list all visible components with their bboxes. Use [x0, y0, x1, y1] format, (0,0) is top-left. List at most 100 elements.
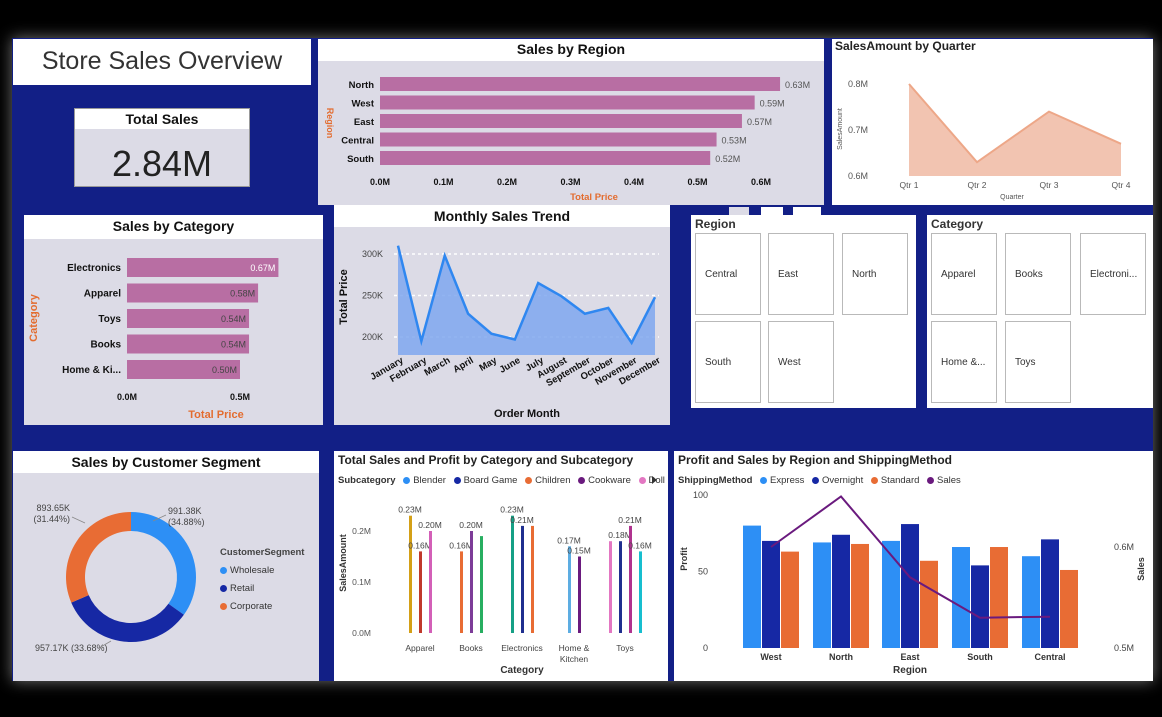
x-tick-label: Qtr 1: [900, 180, 919, 190]
category-label: South: [347, 154, 374, 165]
slicer-item-toys[interactable]: Toys: [1005, 321, 1071, 403]
category-label: Central: [341, 136, 374, 147]
data-label: 0.16M: [628, 540, 652, 550]
segment-legend-title: CustomerSegment: [220, 547, 305, 558]
more-options-icon[interactable]: [793, 207, 821, 215]
category-label: East: [354, 117, 375, 128]
data-label: 991.38K: [168, 506, 202, 516]
x-tick-label: Kitchen: [560, 654, 589, 664]
x-tick-label: 0.4M: [624, 177, 644, 187]
category-label: Books: [90, 340, 121, 351]
filter-icon[interactable]: [729, 207, 749, 215]
visual-header-icons[interactable]: [727, 207, 823, 215]
y-axis-title: Region: [325, 108, 335, 139]
slicer-item-central[interactable]: Central: [695, 233, 761, 315]
data-label: 0.18M: [608, 530, 632, 540]
y2-axis-title: Sales: [1136, 557, 1146, 581]
bar-home-kitchen: [568, 546, 571, 633]
bar-toys: [619, 541, 622, 633]
bar-electronics: [521, 525, 524, 633]
x-tick-label: Qtr 4: [1112, 180, 1131, 190]
bar-standard-west: [781, 551, 799, 648]
data-label: 0.21M: [510, 515, 534, 525]
slicer-item-home-kitchen[interactable]: Home &...: [931, 321, 997, 403]
bar-toys: [639, 551, 642, 633]
bar-overnight-south: [971, 565, 989, 648]
bar-express-east: [882, 540, 900, 648]
x-tick-label: West: [760, 652, 781, 662]
region-bar-chart[interactable]: Sales by Region 0.0M 0.1M 0.2M 0.3M 0.4M 0.5M…: [318, 39, 824, 205]
y-axis-title: SalesAmount: [837, 108, 844, 150]
bar-express-central: [1022, 556, 1040, 648]
data-label: 0.54M: [221, 314, 246, 324]
legend-item-wholesale[interactable]: Wholesale: [220, 562, 304, 580]
segment-donut-chart[interactable]: Sales by Customer Segment 991.38K (34.88%…: [13, 451, 319, 681]
bar-express-south: [952, 547, 970, 648]
monthly-area-chart[interactable]: Monthly Sales Trend 300K 250K 200K January F…: [334, 205, 670, 425]
quarter-area-chart[interactable]: SalesAmount by Quarter 0.8M 0.7M 0.6M Qtr 1…: [832, 39, 1153, 205]
slicer-item-books[interactable]: Books: [1005, 233, 1071, 315]
slicer-item-apparel[interactable]: Apparel: [931, 233, 997, 315]
x-tick-label: 0.1M: [433, 177, 453, 187]
dashboard-title-panel: Store Sales Overview: [13, 39, 311, 85]
data-label: 0.16M: [408, 540, 432, 550]
data-label: 0.23M: [500, 505, 524, 515]
x-tick-label: May: [477, 355, 499, 374]
x-axis-title: Total Price: [570, 192, 618, 203]
x-tick-label: 0.5M: [687, 177, 707, 187]
bar-overnight-central: [1041, 539, 1059, 648]
leader-line: [71, 516, 86, 524]
bar-books: [470, 531, 473, 633]
profit-combo-chart[interactable]: Profit and Sales by Region and ShippingM…: [674, 451, 1153, 681]
slicer-item-north[interactable]: North: [842, 233, 908, 315]
subcategory-bar-chart[interactable]: Total Sales and Profit by Category and S…: [334, 451, 668, 681]
x-axis-title: Region: [893, 665, 927, 676]
bar-apparel: [429, 531, 432, 633]
y-axis-title: SalesAmount: [338, 534, 348, 592]
focus-icon[interactable]: [761, 207, 783, 215]
data-label: 0.54M: [221, 340, 246, 350]
bar-apparel: [409, 515, 412, 633]
y-tick-label: 0.8M: [848, 79, 868, 89]
data-label: 957.17K (33.68%): [35, 643, 108, 653]
data-label: 0.50M: [212, 365, 237, 375]
category-label: West: [351, 99, 374, 110]
donut-slice-retail: [71, 595, 184, 642]
y2-tick-label: 0.6M: [1114, 542, 1134, 552]
category-bar-chart[interactable]: Sales by Category Electronics 0.67M Appare…: [24, 215, 323, 425]
category-label: Apparel: [84, 289, 121, 300]
data-label: 0.16M: [449, 540, 473, 550]
region-slicer[interactable]: Region Central East North South West: [691, 215, 916, 408]
slicer-item-south[interactable]: South: [695, 321, 761, 403]
category-chart-plot: Electronics 0.67M Apparel 0.58M Toys 0.54M Boo…: [28, 258, 279, 421]
category-slicer[interactable]: Category Apparel Books Electroni... Home…: [927, 215, 1153, 408]
x-axis-title: Total Price: [188, 409, 243, 421]
category-label: Home & Ki...: [62, 365, 121, 376]
x-tick-label: 0.3M: [560, 177, 580, 187]
x-tick-label: Books: [459, 643, 483, 653]
legend-item-retail[interactable]: Retail: [220, 580, 304, 598]
legend-label-corporate: Corporate: [230, 601, 273, 612]
x-tick-label: 0.2M: [497, 177, 517, 187]
data-label: 0.17M: [557, 535, 581, 545]
data-label: 0.57M: [747, 117, 772, 127]
x-tick-label: Central: [1034, 652, 1065, 662]
legend-item-corporate[interactable]: Corporate: [220, 598, 304, 616]
bar-standard-central: [1060, 569, 1078, 648]
data-label: 0.20M: [418, 520, 442, 530]
slicer-item-electronics[interactable]: Electroni...: [1080, 233, 1146, 315]
slicer-item-west[interactable]: West: [768, 321, 834, 403]
bar-overnight-north: [832, 534, 850, 648]
bar-central: [380, 132, 717, 147]
slicer-item-east[interactable]: East: [768, 233, 834, 315]
data-label: 0.59M: [760, 99, 785, 109]
bar-standard-north: [851, 543, 869, 648]
x-tick-label: April: [451, 355, 475, 375]
kpi-card[interactable]: Total Sales 2.84M: [74, 108, 250, 187]
quarter-chart-plot: 0.8M 0.7M 0.6M Qtr 1 Qtr 2 Qtr 3 Qtr 4 Quarter S…: [837, 79, 1131, 201]
bar-standard-south: [990, 547, 1008, 648]
y-tick-label: 250K: [362, 291, 383, 301]
x-tick-label: North: [829, 652, 853, 662]
x-tick-label: 0.5M: [230, 392, 250, 402]
x-tick-label: 0.0M: [117, 392, 137, 402]
